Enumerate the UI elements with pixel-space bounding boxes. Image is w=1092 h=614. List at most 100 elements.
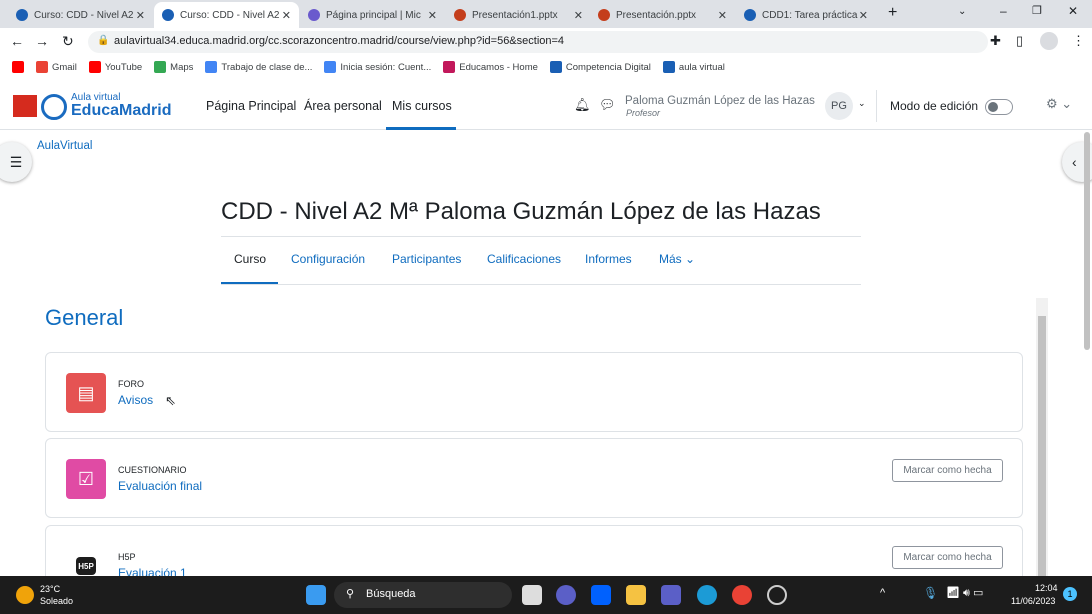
windows-start-icon[interactable]	[306, 585, 326, 605]
mark-done-button[interactable]: Marcar como hecha	[892, 546, 1003, 569]
browser-tab[interactable]: Presentación.pptx ✕	[590, 2, 735, 28]
tab-search-icon[interactable]: ⌄	[958, 6, 966, 17]
browser-tab[interactable]: Curso: CDD - Nivel A2 ✕	[8, 2, 153, 28]
close-tab-icon[interactable]: ✕	[718, 9, 727, 22]
search-icon: ⚲	[346, 588, 355, 600]
close-tab-icon[interactable]: ✕	[136, 9, 145, 22]
forward-icon[interactable]: →	[35, 33, 49, 49]
tab-calificaciones[interactable]: Calificaciones	[487, 252, 561, 266]
activity-type: FORO	[118, 379, 144, 389]
nav-pagina-principal[interactable]: Página Principal	[206, 99, 296, 113]
address-bar[interactable]: 🔒 aulavirtual34.educa.madrid.org/cc.scora…	[88, 31, 988, 53]
educamadrid-logo-icon	[41, 94, 67, 120]
search-label: Búsqueda	[366, 588, 416, 600]
close-window-button[interactable]: ✕	[1068, 4, 1078, 18]
tab-mas[interactable]: Más ⌄	[659, 252, 695, 266]
activity-card: ☑ CUESTIONARIO Evaluación final Marcar c…	[45, 438, 1023, 518]
tab-mas-label: Más	[659, 252, 682, 266]
content-scrollbar[interactable]	[1036, 298, 1048, 576]
edit-mode-label: Modo de edición	[890, 99, 979, 113]
browser-tab[interactable]: CDD1: Tarea práctica ✕	[736, 2, 876, 28]
activity-link[interactable]: Avisos	[118, 393, 153, 407]
user-avatar[interactable]: PG	[825, 92, 853, 120]
obs-icon[interactable]	[767, 585, 787, 605]
tray-chevron-icon[interactable]: ^	[880, 587, 885, 599]
divider	[876, 90, 877, 122]
tab-label: CDD1: Tarea práctica	[762, 9, 858, 21]
bookmark-label: aula virtual	[678, 61, 725, 73]
bookmark-label: YouTube	[104, 61, 143, 73]
site-header: Aula virtual EducaMadrid 🔔︎ 💬︎ Paloma Gu…	[0, 82, 1092, 130]
divider	[221, 284, 861, 285]
browser-tab[interactable]: Página principal | Mic ✕	[300, 2, 445, 28]
bookmark-item[interactable]: YouTube	[88, 61, 143, 73]
user-name[interactable]: Paloma Guzmán López de las Hazas	[625, 95, 815, 107]
edge-icon[interactable]	[697, 585, 717, 605]
settings-gear-icon[interactable]: ⚙ ⌄	[1046, 96, 1072, 112]
menu-icon[interactable]: ⋮	[1072, 33, 1085, 49]
breadcrumb[interactable]: AulaVirtual	[37, 140, 92, 152]
tab-label: Presentación.pptx	[616, 9, 697, 21]
edit-mode-toggle[interactable]	[985, 99, 1013, 115]
logo-title[interactable]: EducaMadrid	[71, 102, 171, 120]
maximize-button[interactable]: ❐	[1032, 4, 1042, 17]
gmail-icon	[36, 61, 48, 73]
clock-time[interactable]: 12:04	[1035, 583, 1058, 593]
youtube-icon	[12, 61, 24, 73]
course-index-toggle-icon[interactable]: ☰	[0, 142, 32, 182]
bookmark-label: Gmail	[52, 61, 77, 73]
new-tab-button[interactable]: +	[888, 4, 897, 22]
browser-tab[interactable]: Presentación1.pptx ✕	[446, 2, 591, 28]
active-nav-indicator	[386, 127, 456, 130]
taskbar-search[interactable]: ⚲ Búsqueda	[334, 582, 512, 608]
bookmark-item[interactable]: Competencia Digital	[549, 61, 651, 73]
dropbox-icon[interactable]	[591, 585, 611, 605]
bookmark-label: Maps	[170, 61, 194, 73]
bookmark-item[interactable]: Inicia sesión: Cuent...	[324, 61, 431, 73]
task-view-icon[interactable]	[522, 585, 542, 605]
profile-avatar[interactable]	[1040, 32, 1058, 50]
back-icon[interactable]: ←	[10, 33, 24, 49]
minimize-button[interactable]: –	[1000, 4, 1007, 18]
wifi-volume-battery-icons[interactable]: 📶︎ 🔊︎ ▭	[946, 586, 983, 600]
clock-date[interactable]: 11/06/2023	[1011, 596, 1055, 606]
tab-participantes[interactable]: Participantes	[392, 252, 461, 266]
chrome-icon[interactable]	[732, 585, 752, 605]
user-menu-chevron-icon[interactable]: ⌄	[858, 98, 866, 109]
close-tab-icon[interactable]: ✕	[282, 9, 291, 22]
extensions-icon[interactable]: ✚	[990, 33, 1001, 49]
madrid-flag-logo	[13, 95, 37, 117]
teams-icon[interactable]	[661, 585, 681, 605]
notifications-bell-icon[interactable]: 🔔︎	[574, 97, 591, 113]
copilot-icon	[308, 9, 320, 21]
teams-chat-icon[interactable]	[556, 585, 576, 605]
tab-label: Curso: CDD - Nivel A2	[180, 9, 280, 21]
activity-link[interactable]: Evaluación final	[118, 479, 202, 493]
mark-done-button[interactable]: Marcar como hecha	[892, 459, 1003, 482]
bookmark-item[interactable]	[12, 61, 24, 73]
h5p-icon: H5P	[76, 557, 96, 575]
file-explorer-icon[interactable]	[626, 585, 646, 605]
close-tab-icon[interactable]: ✕	[574, 9, 583, 22]
close-tab-icon[interactable]: ✕	[428, 9, 437, 22]
sun-weather-icon[interactable]	[16, 586, 34, 604]
bookmark-item[interactable]: Gmail	[36, 61, 77, 73]
bookmark-item[interactable]: aula virtual	[662, 61, 725, 73]
browser-tab-active[interactable]: Curso: CDD - Nivel A2 ✕	[154, 2, 299, 28]
notification-badge[interactable]: 1	[1063, 587, 1077, 601]
messages-icon[interactable]: 💬︎	[599, 97, 616, 113]
reload-icon[interactable]: ↻	[62, 33, 74, 50]
microphone-icon[interactable]: 🎙︎	[923, 586, 938, 600]
nav-mis-cursos[interactable]: Mis cursos	[392, 99, 452, 113]
nav-area-personal[interactable]: Área personal	[304, 99, 382, 113]
bookmark-item[interactable]: Trabajo de clase de...	[205, 61, 312, 73]
close-tab-icon[interactable]: ✕	[859, 9, 868, 22]
tab-informes[interactable]: Informes	[585, 252, 632, 266]
side-panel-icon[interactable]: ▯	[1016, 33, 1023, 49]
bookmark-item[interactable]: Maps	[154, 61, 193, 73]
tab-curso[interactable]: Curso	[234, 252, 266, 266]
tab-configuracion[interactable]: Configuración	[291, 252, 365, 266]
page-scrollbar[interactable]	[1084, 132, 1090, 350]
section-title[interactable]: General	[45, 305, 123, 331]
bookmark-item[interactable]: Educamos - Home	[443, 61, 538, 73]
